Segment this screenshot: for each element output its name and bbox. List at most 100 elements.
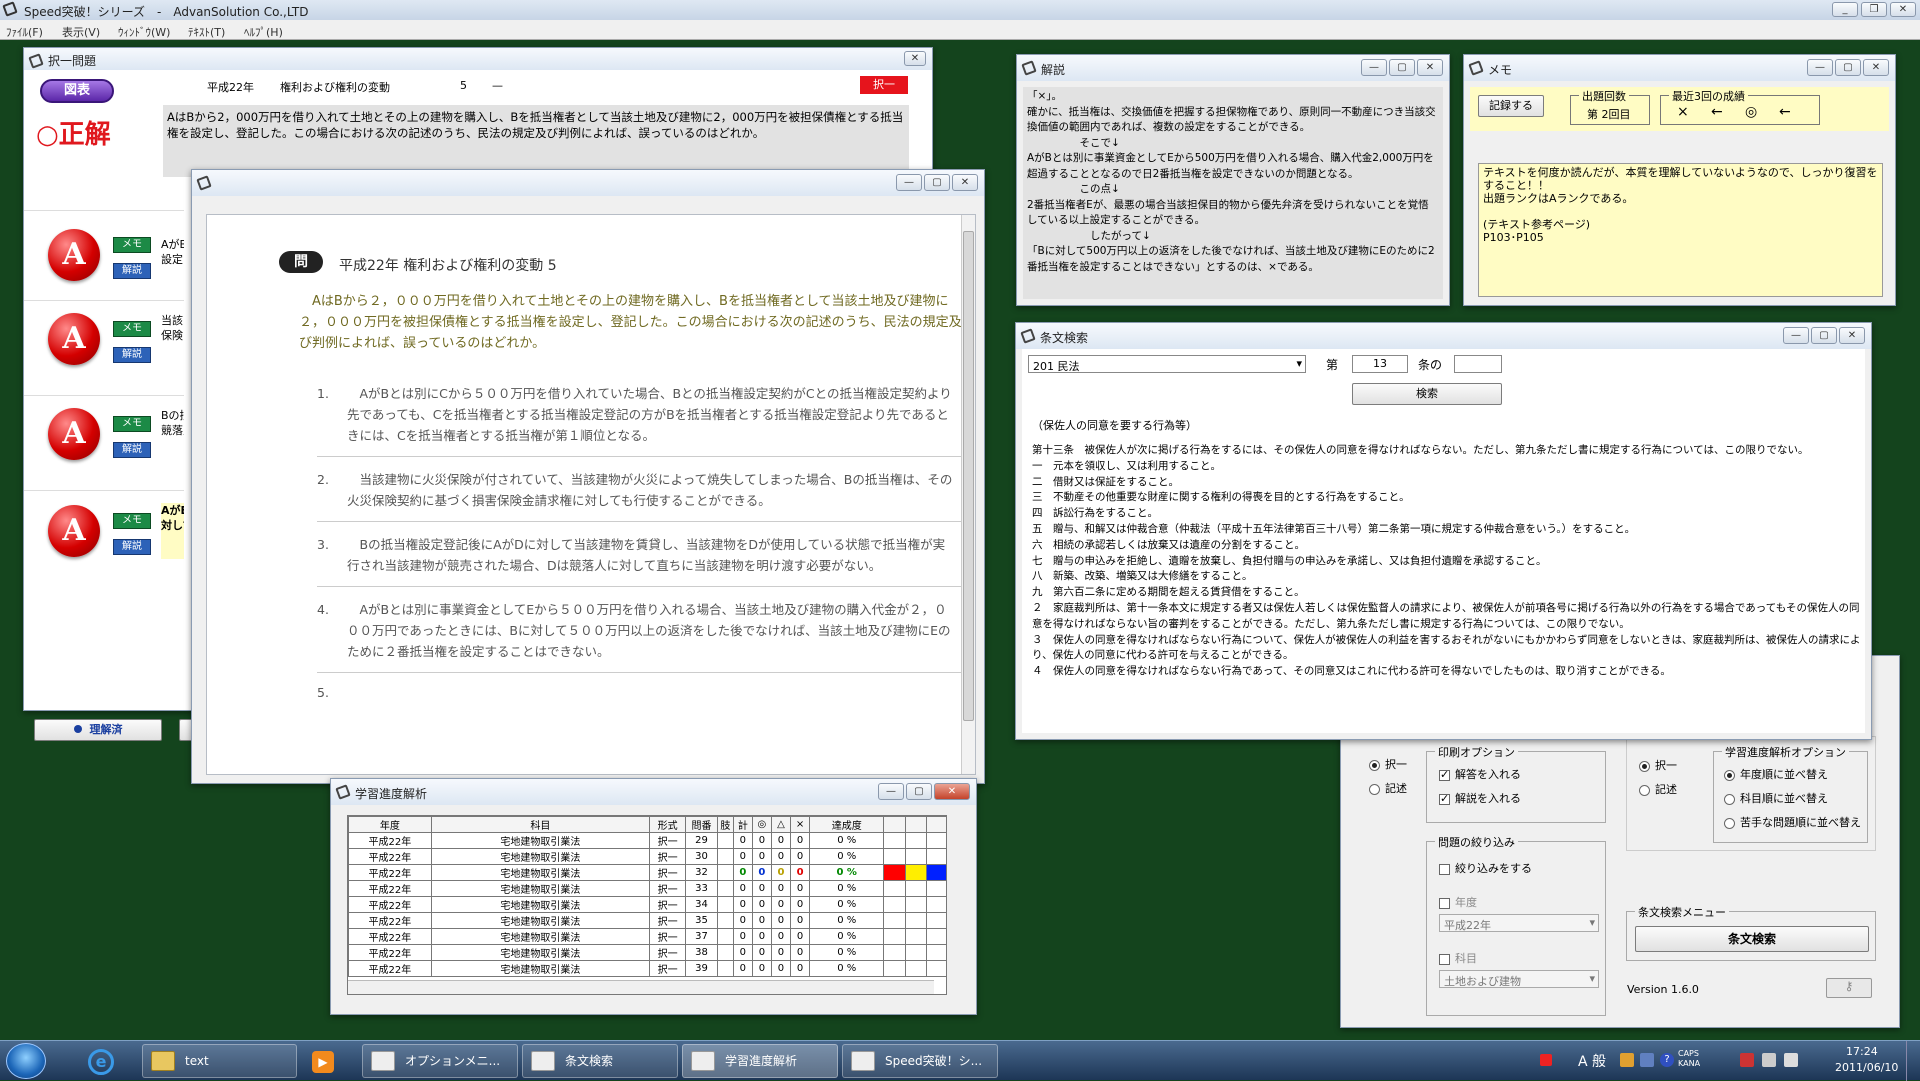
- choice-list: 1. AがBとは別にCから５００万円を借り入れていた場合、Bとの抵当権設定契約が…: [317, 383, 963, 700]
- ie-icon[interactable]: e: [88, 1049, 114, 1075]
- taskbar-text-folder[interactable]: text: [142, 1044, 297, 1078]
- subject-select[interactable]: 土地および建物 ▾: [1439, 970, 1599, 988]
- grade-a-icon: A: [48, 505, 100, 557]
- choice-item: 4. AがBとは別に事業資金としてEから５００万円を借り入れる場合、当該土地及び…: [317, 599, 963, 673]
- jobun-close-button[interactable]: ✕: [1839, 327, 1865, 344]
- memo-close-button[interactable]: ✕: [1863, 59, 1889, 76]
- table-row-selected[interactable]: 平成22年 宅地建物取引業法 択一 32 0 0 0 0 0 %: [348, 864, 946, 881]
- menu-file[interactable]: ﾌｧｲﾙ(F): [6, 24, 43, 40]
- analysis-radio-1[interactable]: 択一: [1639, 757, 1677, 773]
- table-row[interactable]: 平成22年 宅地建物取引業法 択一 30 0 0 0 0 0 %: [348, 848, 946, 865]
- memo-button[interactable]: メモ: [113, 513, 151, 529]
- start-button[interactable]: [6, 1043, 46, 1079]
- sort-weak-radio[interactable]: 苦手な問題順に並べ替え: [1724, 814, 1861, 830]
- kaisetsu-button[interactable]: 解説: [113, 263, 151, 279]
- filter-group: 問題の絞り込み 絞り込みをする 年度 平成22年 ▾ 科目 土地および建物 ▾: [1426, 834, 1606, 1016]
- clock-date[interactable]: 2011/06/10: [1835, 1061, 1898, 1074]
- memo-button[interactable]: メモ: [113, 237, 151, 253]
- app-close-button[interactable]: ✕: [1890, 2, 1916, 17]
- tray-icon[interactable]: [1620, 1053, 1634, 1067]
- kaisetsu-button[interactable]: 解説: [113, 539, 151, 555]
- kaisetsu-minimize-button[interactable]: —: [1361, 59, 1387, 76]
- sort-year-radio[interactable]: 年度順に並べ替え: [1724, 766, 1828, 782]
- app-icon: [851, 1051, 875, 1071]
- taskbar-speed[interactable]: Speed突破！シ...: [842, 1044, 998, 1078]
- choice-item: 1. AがBとは別にCから５００万円を借り入れていた場合、Bとの抵当権設定契約が…: [317, 383, 963, 457]
- kaisetsu-maximize-button[interactable]: ▢: [1389, 59, 1415, 76]
- jobun-maximize-button[interactable]: ▢: [1811, 327, 1837, 344]
- flag-icon[interactable]: [1740, 1053, 1754, 1067]
- memo-button[interactable]: メモ: [113, 416, 151, 432]
- color-cell-blue: [925, 864, 946, 881]
- year-checkbox[interactable]: 年度: [1439, 894, 1477, 910]
- mondai-close-button[interactable]: ✕: [952, 174, 978, 191]
- sub-article-input[interactable]: [1454, 355, 1502, 373]
- mondai-scrollbar[interactable]: [961, 215, 975, 774]
- memo-maximize-button[interactable]: ▢: [1835, 59, 1861, 76]
- table-row[interactable]: 平成22年 宅地建物取引業法 択一 35 0 0 0 0 0 %: [348, 912, 946, 929]
- gakushu-minimize-button[interactable]: —: [878, 783, 904, 800]
- record-button[interactable]: 記録する: [1478, 95, 1544, 117]
- dot-icon: [73, 725, 82, 733]
- key-icon[interactable]: ⚷: [1826, 978, 1872, 998]
- mode-radio-1[interactable]: 択一: [1369, 756, 1407, 772]
- choice-row: A メモ 解説 Bの抵 競落人: [24, 395, 184, 475]
- mode-radio-2[interactable]: 記述: [1369, 780, 1407, 796]
- table-hscrollbar[interactable]: [348, 980, 934, 994]
- ime-indicator[interactable]: A 般: [1578, 1051, 1606, 1071]
- taskbar-gakushu[interactable]: 学習進度解析: [682, 1044, 838, 1078]
- media-player-icon[interactable]: ▶: [312, 1051, 334, 1073]
- sort-subject-radio[interactable]: 科目順に並べ替え: [1724, 790, 1828, 806]
- question-intro: AはBから２，０００万円を借り入れて土地とその上の建物を購入し、Bを抵当権者とし…: [299, 294, 962, 351]
- rikaizumi-button[interactable]: 理解済: [34, 719, 162, 741]
- table-row[interactable]: 平成22年 宅地建物取引業法 択一 39 0 0 0 0 0 %: [348, 960, 946, 977]
- show-desktop-button[interactable]: [1906, 1041, 1920, 1081]
- kaisetsu-close-button[interactable]: ✕: [1417, 59, 1443, 76]
- print-explanation-checkbox[interactable]: 解説を入れる: [1439, 790, 1521, 806]
- clock-time[interactable]: 17:24: [1846, 1045, 1878, 1058]
- tray-red-icon[interactable]: [1540, 1054, 1552, 1066]
- memo-minimize-button[interactable]: —: [1807, 59, 1833, 76]
- network-icon[interactable]: [1762, 1053, 1776, 1067]
- kaisetsu-button[interactable]: 解説: [113, 347, 151, 363]
- jobun-title: 条文検索: [1040, 331, 1089, 345]
- kaisetsu-button[interactable]: 解説: [113, 442, 151, 458]
- help-icon[interactable]: ?: [1660, 1053, 1674, 1067]
- filter-checkbox[interactable]: 絞り込みをする: [1439, 860, 1532, 876]
- analysis-radio-2[interactable]: 記述: [1639, 781, 1677, 797]
- article-input[interactable]: 13: [1352, 355, 1408, 373]
- taskbar-option-menu[interactable]: オプションメニ...: [362, 1044, 518, 1078]
- table-row[interactable]: 平成22年 宅地建物取引業法 択一 34 0 0 0 0 0 %: [348, 896, 946, 913]
- tray-icon[interactable]: [1640, 1053, 1654, 1067]
- mondai-minimize-button[interactable]: —: [896, 174, 922, 191]
- volume-icon[interactable]: [1784, 1053, 1798, 1067]
- menu-view[interactable]: 表示(V): [62, 24, 100, 40]
- law-select[interactable]: 201 民法 ▾: [1028, 355, 1306, 373]
- app-restore-button[interactable]: ❐: [1861, 2, 1887, 17]
- year-select[interactable]: 平成22年 ▾: [1439, 914, 1599, 932]
- table-row[interactable]: 平成22年 宅地建物取引業法 択一 38 0 0 0 0 0 %: [348, 944, 946, 961]
- memo-button[interactable]: メモ: [113, 321, 151, 337]
- search-button[interactable]: 検索: [1352, 383, 1502, 405]
- jobun-search-button[interactable]: 条文検索: [1635, 926, 1869, 952]
- mondai-maximize-button[interactable]: ▢: [924, 174, 950, 191]
- taskbar-jobun[interactable]: 条文検索: [522, 1044, 678, 1078]
- zuhyo-button[interactable]: 図表: [40, 79, 114, 103]
- taku-badge: 択一: [860, 76, 908, 94]
- jobun-minimize-button[interactable]: —: [1783, 327, 1809, 344]
- table-row[interactable]: 平成22年 宅地建物取引業法 択一 37 0 0 0 0 0 %: [348, 928, 946, 945]
- kaisetsu-title: 解説: [1041, 63, 1066, 77]
- menu-text[interactable]: ﾃｷｽﾄ(T): [188, 24, 225, 40]
- gakushu-close-button[interactable]: ✕: [934, 783, 970, 800]
- taku-close-button[interactable]: ✕: [904, 51, 926, 66]
- table-row[interactable]: 平成22年 宅地建物取引業法 択一 29 0 0 0 0 0 %: [348, 832, 946, 849]
- table-row[interactable]: 平成22年 宅地建物取引業法 択一 33 0 0 0 0 0 %: [348, 880, 946, 897]
- memo-textarea[interactable]: テキストを何度か読んだが、本質を理解していないようなので、しっかり復習をすること…: [1478, 163, 1883, 297]
- subject-checkbox[interactable]: 科目: [1439, 950, 1477, 966]
- choice-item-cut: 5.: [317, 685, 329, 700]
- menu-help[interactable]: ﾍﾙﾌﾟ(H): [244, 24, 283, 40]
- app-minimize-button[interactable]: _: [1832, 2, 1858, 17]
- gakushu-maximize-button[interactable]: ▢: [906, 783, 932, 800]
- print-answer-checkbox[interactable]: 解答を入れる: [1439, 766, 1521, 782]
- menu-window[interactable]: ｳｨﾝﾄﾞｳ(W): [118, 24, 170, 40]
